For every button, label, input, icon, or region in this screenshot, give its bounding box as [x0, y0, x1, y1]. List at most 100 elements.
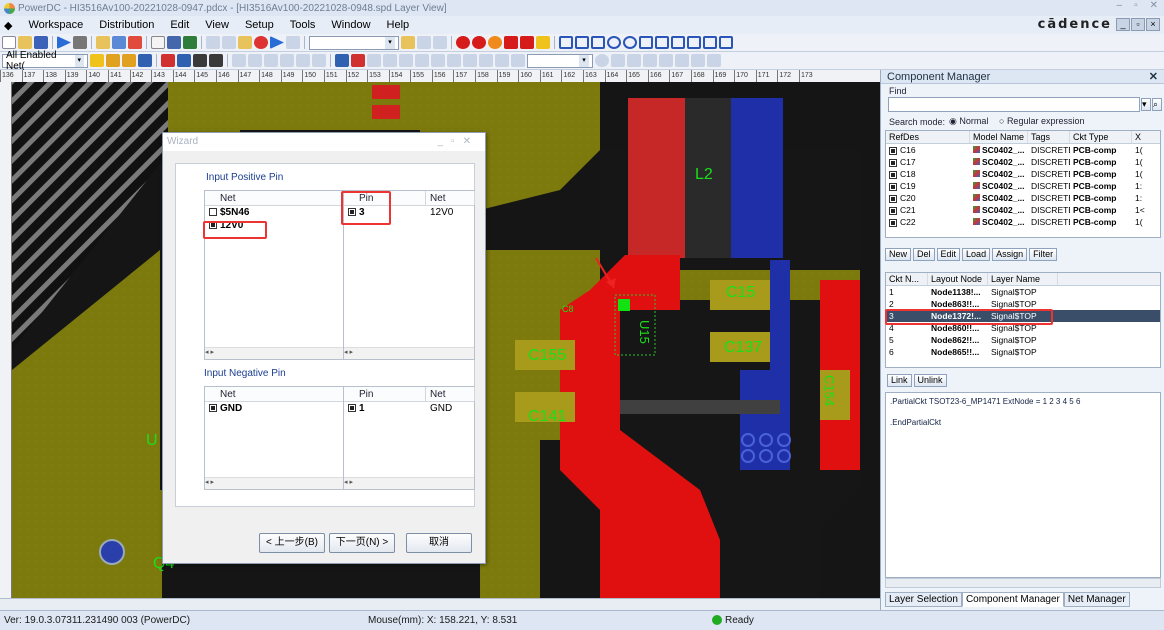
- via-red-icon[interactable]: [472, 36, 486, 49]
- table-row[interactable]: C20 SC0402_... DISCRETE PCB-comp 1:: [886, 192, 1160, 204]
- neg-pin-hscroll[interactable]: ◂ ▸: [344, 477, 474, 489]
- col-refdes[interactable]: RefDes: [886, 131, 970, 143]
- blue-box-6-icon[interactable]: [671, 36, 685, 49]
- filter-button[interactable]: Filter: [1029, 248, 1058, 261]
- zoom-box-icon[interactable]: [312, 54, 326, 67]
- wire-icon[interactable]: [90, 54, 104, 67]
- stack-icon[interactable]: [222, 36, 236, 49]
- binoculars-icon[interactable]: [511, 54, 525, 67]
- folder-icon[interactable]: [238, 36, 252, 49]
- mdi-close-icon[interactable]: ×: [1146, 18, 1160, 31]
- 3d-icon[interactable]: [691, 54, 705, 67]
- image-icon[interactable]: [495, 54, 509, 67]
- spice-hscroll[interactable]: [885, 578, 1161, 588]
- ruler-icon[interactable]: [232, 54, 246, 67]
- blue-box-2-icon[interactable]: [575, 36, 589, 49]
- find-dropdown-icon[interactable]: ▾: [1141, 98, 1151, 111]
- pos-net-hscroll[interactable]: ◂ ▸: [205, 347, 343, 359]
- grid-icon[interactable]: [167, 36, 181, 49]
- line-icon[interactable]: [106, 54, 120, 67]
- menu-help[interactable]: Help: [379, 19, 418, 31]
- edit-button[interactable]: Edit: [936, 248, 961, 261]
- table-row[interactable]: C18 SC0402_... DISCRETE PCB-comp 1(: [886, 168, 1160, 180]
- select-icon[interactable]: [264, 54, 278, 67]
- blue-circle-1-icon[interactable]: [607, 36, 621, 49]
- mdi-controls[interactable]: _ ▫ ×: [1116, 18, 1160, 31]
- highlight-icon[interactable]: [401, 36, 415, 49]
- board-icon[interactable]: [183, 36, 197, 49]
- chart-icon[interactable]: [286, 36, 300, 49]
- node-row[interactable]: 1 Node1138!... Signal$TOP: [886, 286, 1160, 298]
- next-button[interactable]: 下一页(N) >: [329, 533, 395, 553]
- menu-tools[interactable]: Tools: [282, 19, 324, 31]
- neg-net-0-checkbox[interactable]: [209, 404, 217, 413]
- neg-pin-0-checkbox[interactable]: [348, 404, 356, 413]
- back-button[interactable]: < 上一步(B): [259, 533, 325, 553]
- maximize-icon[interactable]: ▫: [1134, 0, 1138, 11]
- redo-icon[interactable]: [128, 36, 142, 49]
- menu-window[interactable]: Window: [323, 19, 378, 31]
- chevron-down-icon[interactable]: ▾: [74, 54, 84, 67]
- distribute-icon[interactable]: [177, 54, 191, 67]
- spice-text-area[interactable]: .PartialCkt TSOT23-6_MP1471 ExtNode = 1 …: [885, 392, 1161, 578]
- mode-normal-radio[interactable]: ◉ Normal: [949, 116, 988, 127]
- component-table[interactable]: RefDes Model Name Tags Ckt Type X C16 SC0…: [885, 130, 1161, 238]
- view-icon[interactable]: [367, 54, 381, 67]
- cancel-button[interactable]: 取消: [406, 533, 472, 553]
- window-controls[interactable]: – ▫ ✕: [1117, 0, 1159, 11]
- row-checkbox[interactable]: [889, 206, 897, 215]
- tab-layer-selection[interactable]: Layer Selection: [885, 592, 962, 607]
- find-combo[interactable]: ▾: [527, 53, 593, 68]
- negative-pin-list[interactable]: Pin Net 1 GND ◂ ▸: [343, 386, 475, 490]
- chip-icon[interactable]: [206, 36, 220, 49]
- tab-component-manager[interactable]: Component Manager: [961, 592, 1064, 607]
- diagonal-icon[interactable]: [122, 54, 136, 67]
- probe-icon[interactable]: [433, 36, 447, 49]
- measure-icon[interactable]: [417, 36, 431, 49]
- mode-regex-radio[interactable]: ○ Regular expression: [999, 116, 1084, 126]
- node-row[interactable]: 6 Node865!!... Signal$TOP: [886, 346, 1160, 358]
- tab-net-manager[interactable]: Net Manager: [1063, 592, 1130, 607]
- delete-icon[interactable]: [351, 54, 365, 67]
- row-checkbox[interactable]: [889, 146, 897, 155]
- blue-box-1-icon[interactable]: [559, 36, 573, 49]
- row-checkbox[interactable]: [889, 218, 897, 227]
- zoom-out-icon[interactable]: [643, 54, 657, 67]
- zoom-prev-icon[interactable]: [659, 54, 673, 67]
- blue-box-8-icon[interactable]: [703, 36, 717, 49]
- report-icon[interactable]: [707, 54, 721, 67]
- row-checkbox[interactable]: [889, 194, 897, 203]
- col-ckt-node[interactable]: Ckt N...: [886, 273, 928, 285]
- row-checkbox[interactable]: [889, 158, 897, 167]
- table-row[interactable]: C22 SC0402_... DISCRETE PCB-comp 1(: [886, 216, 1160, 228]
- link-icon[interactable]: [431, 54, 445, 67]
- open-folder-icon[interactable]: [18, 36, 32, 49]
- col-x[interactable]: X: [1132, 131, 1160, 143]
- load-button[interactable]: Load: [962, 248, 991, 261]
- open-icon[interactable]: [96, 36, 110, 49]
- positive-net-list[interactable]: Net $5N46 12V0 ◂ ▸: [204, 190, 344, 360]
- new-button[interactable]: New: [885, 248, 912, 261]
- layer-slider[interactable]: ▾: [309, 35, 399, 50]
- link-button[interactable]: Link: [887, 374, 912, 387]
- close-icon[interactable]: ✕: [1150, 0, 1158, 11]
- menu-view[interactable]: View: [197, 19, 237, 31]
- drc-icon[interactable]: [456, 36, 470, 49]
- blue-box-3-icon[interactable]: [591, 36, 605, 49]
- table-row[interactable]: C17 SC0402_... DISCRETE PCB-comp 1(: [886, 156, 1160, 168]
- table-icon[interactable]: [399, 54, 413, 67]
- via-orange-icon[interactable]: [488, 36, 502, 49]
- add-icon[interactable]: [335, 54, 349, 67]
- record-icon[interactable]: [254, 36, 268, 49]
- align-icon[interactable]: [161, 54, 175, 67]
- minus-icon[interactable]: [209, 54, 223, 67]
- neg-pin-row[interactable]: 1 GND: [344, 402, 474, 415]
- blue-box-9-icon[interactable]: [719, 36, 733, 49]
- unlink-button[interactable]: Unlink: [913, 374, 947, 387]
- canvas-hscroll[interactable]: [0, 598, 880, 610]
- curve-icon[interactable]: [463, 54, 477, 67]
- wizard-window-controls[interactable]: _▫✕: [438, 133, 480, 151]
- layers-icon[interactable]: [383, 54, 397, 67]
- zoom-in-icon[interactable]: [627, 54, 641, 67]
- undo-icon[interactable]: [112, 36, 126, 49]
